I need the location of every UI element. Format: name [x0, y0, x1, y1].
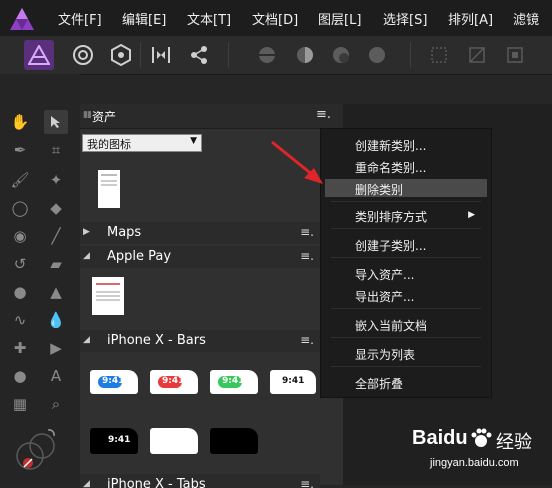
paint-brush-icon[interactable]: ╱	[44, 224, 68, 248]
menu-edit[interactable]: 编辑[E]	[122, 9, 166, 28]
menu-bar: 文件[F] 编辑[E] 文本[T] 文档[D] 图层[L] 选择[S] 排列[A…	[0, 0, 552, 36]
boolean-intersect-icon[interactable]	[326, 40, 356, 70]
affinity-logo-icon[interactable]	[8, 6, 36, 32]
tab-assets[interactable]: 资产	[92, 108, 116, 125]
healing-tool-icon[interactable]: ✚	[8, 336, 32, 360]
asset-thumbnail[interactable]	[92, 277, 124, 315]
menu-filters[interactable]: 滤镜	[513, 9, 539, 28]
menu-file[interactable]: 文件[F]	[58, 9, 102, 28]
menu-item-delete-category[interactable]: 删除类别	[325, 179, 487, 197]
section-menu-icon[interactable]: ≡.	[300, 477, 314, 488]
designer-persona-icon[interactable]	[24, 40, 54, 70]
hand-tool-icon[interactable]: ✋	[8, 110, 32, 134]
category-select[interactable]: 我的图标 ▼	[82, 134, 202, 152]
smudge-tool-icon[interactable]: ∿	[8, 308, 32, 332]
menu-item-export-assets[interactable]: 导出资产...	[321, 286, 491, 304]
menu-item-show-as-list[interactable]: 显示为列表	[321, 344, 491, 362]
tools-panel: ✋ ✒ ⌗ 🖌 ✦ ◯ ◆ ◉ ╱ ↺ ▰ ● ▲ ∿ 💧 ✚ ▶ ● A ▦ …	[0, 74, 80, 485]
menu-item-collapse-all[interactable]: 全部折叠	[321, 373, 491, 391]
menu-item-import-assets[interactable]: 导入资产...	[321, 264, 491, 282]
menu-item-sort-categories[interactable]: 类别排序方式 ▶	[321, 206, 491, 224]
asset-thumbnail[interactable]: 9:41	[210, 370, 258, 394]
collapse-triangle-icon[interactable]: ◢	[83, 335, 90, 345]
baidu-watermark: Baidu 经验 jingyan.baidu.com	[412, 427, 532, 469]
collapse-triangle-icon[interactable]: ◢	[83, 251, 90, 261]
section-menu-icon[interactable]: ≡.	[300, 333, 314, 347]
text-tool-icon[interactable]: A	[44, 364, 68, 388]
color-swatches-icon[interactable]	[14, 426, 58, 472]
clone-tool-icon[interactable]: ▲	[44, 280, 68, 304]
slice-icon[interactable]	[462, 40, 492, 70]
asset-thumbnail[interactable]: 9:41	[90, 370, 138, 394]
pen-tool-icon[interactable]: ✒	[8, 138, 32, 162]
move-tool-icon[interactable]	[44, 110, 68, 134]
mesh-tool-icon[interactable]: ▦	[8, 392, 32, 416]
snapping-icon[interactable]	[500, 40, 530, 70]
menu-item-create-subcategory[interactable]: 创建子类别...	[321, 235, 491, 253]
shape-tool-icon[interactable]: ✦	[44, 168, 68, 192]
collapse-triangle-icon[interactable]: ◢	[83, 479, 90, 488]
distribute-icon[interactable]	[146, 40, 176, 70]
section-menu-icon[interactable]: ≡.	[300, 249, 314, 263]
align-box-icon[interactable]	[424, 40, 454, 70]
asset-thumbnail[interactable]	[150, 428, 198, 454]
asset-thumbnail[interactable]: 9:41	[150, 370, 198, 394]
panel-menu-icon[interactable]: ≡.	[316, 107, 331, 122]
crop-tool-icon[interactable]: ⌗	[44, 138, 68, 162]
menu-select[interactable]: 选择[S]	[383, 9, 427, 28]
expand-triangle-icon[interactable]: ▶	[83, 227, 90, 237]
context-menu: 创建新类别... 重命名类别... 删除类别 类别排序方式 ▶ 创建子类别...…	[320, 128, 492, 398]
baidu-paw-icon	[471, 428, 492, 447]
section-apple-pay[interactable]: ◢ Apple Pay ≡.	[80, 246, 320, 268]
menu-item-embed-document[interactable]: 嵌入当前文档	[321, 315, 491, 333]
export-persona-icon[interactable]	[106, 40, 136, 70]
zoom-tool-icon[interactable]: ⌕	[44, 392, 68, 416]
asset-thumbnail[interactable]	[98, 170, 120, 208]
asset-thumbnail[interactable]: 9:41	[270, 370, 316, 394]
menu-document[interactable]: 文档[D]	[252, 9, 298, 28]
fill-tool-icon[interactable]: ◆	[44, 196, 68, 220]
selection-brush-icon[interactable]: ◉	[8, 224, 32, 248]
flood-select-icon[interactable]: ↺	[8, 252, 32, 276]
section-menu-icon[interactable]: ≡.	[300, 225, 314, 239]
boolean-add-icon[interactable]	[252, 40, 282, 70]
eraser-tool-icon[interactable]: ▰	[44, 252, 68, 276]
menu-item-rename-category[interactable]: 重命名类别...	[321, 157, 491, 175]
submenu-arrow-icon: ▶	[468, 210, 475, 220]
asset-thumbnail[interactable]: 9:41	[90, 428, 138, 454]
share-icon[interactable]	[184, 40, 214, 70]
menu-text[interactable]: 文本[T]	[187, 9, 231, 28]
menu-layer[interactable]: 图层[L]	[318, 9, 361, 28]
pixel-persona-icon[interactable]	[68, 40, 98, 70]
dodge-tool-icon[interactable]: ●	[8, 280, 32, 304]
boolean-xor-icon[interactable]	[362, 40, 392, 70]
blur-tool-icon[interactable]: 💧	[44, 308, 68, 332]
panel-grip-icon[interactable]: ▮▮	[83, 110, 92, 120]
section-maps[interactable]: ▶ Maps ≡.	[80, 222, 320, 244]
boolean-subtract-icon[interactable]	[290, 40, 320, 70]
menu-arrange[interactable]: 排列[A]	[448, 9, 493, 28]
annotation-arrow-icon	[271, 140, 323, 184]
gradient-tool-icon[interactable]: ▶	[44, 336, 68, 360]
panel-header: ▮▮ 资产 ≡.	[80, 104, 343, 129]
asset-thumbnail[interactable]	[210, 428, 258, 454]
chevron-down-icon: ▼	[190, 136, 197, 146]
brush-tool-icon[interactable]: 🖌	[8, 168, 32, 192]
menu-item-create-category[interactable]: 创建新类别...	[321, 135, 491, 153]
burn-tool-icon[interactable]: ●	[8, 364, 32, 388]
section-iphone-x-bars[interactable]: ◢ iPhone X - Bars ≡.	[80, 330, 320, 352]
toolbar	[0, 36, 552, 75]
section-iphone-x-tabs[interactable]: ◢ iPhone X - Tabs ≡.	[80, 474, 320, 488]
lasso-tool-icon[interactable]: ◯	[8, 196, 32, 220]
